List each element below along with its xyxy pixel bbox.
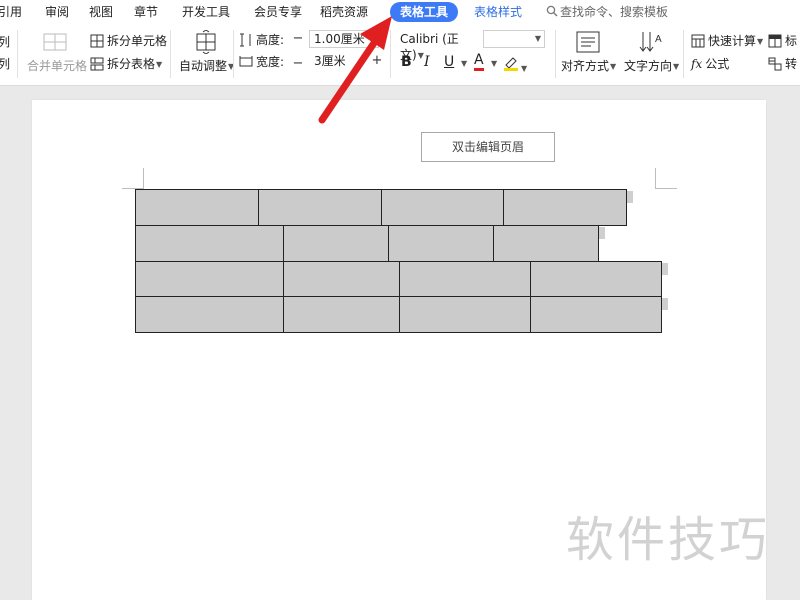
header-edit-hint[interactable]: 双击编辑页眉: [421, 132, 555, 162]
menu-item-member[interactable]: 会员专享: [254, 4, 302, 20]
width-increase-button[interactable]: +: [368, 52, 386, 70]
height-decrease-button[interactable]: −: [289, 30, 307, 48]
underline-button[interactable]: U: [444, 53, 454, 71]
tab-table-style[interactable]: 表格样式: [474, 4, 522, 20]
menu-item-chapter[interactable]: 章节: [134, 4, 158, 20]
crop-mark: [655, 168, 656, 188]
menu-bar: 引用 审阅 视图 章节 开发工具 会员专享 稻壳资源 表格工具 表格样式 查找命…: [0, 0, 800, 24]
menu-item-docer-resources[interactable]: 稻壳资源: [320, 4, 368, 20]
italic-button[interactable]: I: [424, 53, 430, 71]
table-cell[interactable]: [283, 296, 400, 333]
dropdown-arrow-icon: ▼: [534, 34, 541, 43]
dropdown-arrow-icon: ▼: [417, 51, 424, 60]
menu-item-view[interactable]: 视图: [89, 4, 113, 20]
width-field[interactable]: 3厘米: [309, 52, 363, 70]
height-decrease-button[interactable]: −: [289, 55, 307, 73]
align-button[interactable]: 对齐方式▼: [561, 58, 616, 75]
text-direction-button[interactable]: 文字方向▼: [624, 58, 679, 75]
convert-label: 转: [785, 57, 798, 71]
split-cells-label: 拆分单元格: [107, 34, 168, 48]
dropdown-arrow-icon[interactable]: ▼: [461, 59, 467, 68]
table-cell[interactable]: [258, 189, 382, 226]
row-end-marker: [599, 227, 605, 239]
table-cell[interactable]: [399, 261, 531, 297]
split-cells-button[interactable]: 拆分单元格: [90, 33, 167, 49]
row-end-marker: [662, 298, 668, 310]
font-name-select[interactable]: Calibri (正文)▼: [395, 30, 481, 62]
tab-table-tools[interactable]: 表格工具: [390, 2, 458, 22]
calculator-icon: [691, 34, 705, 48]
formula-button[interactable]: fx 公式: [691, 56, 729, 72]
align-label: 对齐方式: [561, 59, 610, 73]
table-cell[interactable]: [283, 261, 400, 297]
menu-item-review[interactable]: 审阅: [45, 4, 69, 20]
dropdown-arrow-icon[interactable]: ▼: [491, 59, 497, 68]
bold-button[interactable]: B: [401, 53, 412, 71]
quick-calc-button[interactable]: 快速计算▼: [691, 33, 763, 50]
column-width-icon: [239, 56, 253, 67]
command-search[interactable]: 查找命令、搜索模板: [546, 4, 668, 20]
formula-icon: fx: [691, 57, 703, 71]
table-cell[interactable]: [283, 225, 389, 262]
search-icon: [546, 5, 558, 17]
auto-fit-button[interactable]: 自动调整▼: [179, 58, 234, 75]
font-size-select[interactable]: ▼: [483, 30, 545, 48]
insert-column-bottom[interactable]: 列: [0, 56, 10, 72]
text-direction-label: 文字方向: [624, 59, 673, 73]
title-row-label: 标: [785, 34, 798, 48]
dropdown-arrow-icon: ▼: [521, 64, 528, 73]
crop-mark: [143, 168, 144, 188]
row-height-icon: [240, 33, 251, 47]
watermark: 软件技巧: [566, 512, 771, 568]
font-color-button[interactable]: A: [474, 52, 484, 71]
split-cells-icon: [90, 34, 104, 48]
auto-fit-icon: [193, 29, 219, 58]
text-direction-icon: A: [638, 30, 664, 58]
formula-label: 公式: [705, 57, 730, 71]
split-table-button[interactable]: 拆分表格▼: [90, 56, 162, 73]
title-row-icon: [768, 34, 782, 48]
highlighter-icon: [504, 57, 518, 71]
merge-cells-icon: [38, 32, 70, 58]
auto-fit-label: 自动调整: [179, 59, 228, 73]
table-cell[interactable]: [135, 261, 284, 297]
convert-button[interactable]: 转: [768, 56, 797, 72]
align-icon: [575, 30, 601, 58]
highlight-button[interactable]: ▼: [502, 54, 527, 77]
crop-mark: [655, 188, 677, 189]
table-cell[interactable]: [135, 296, 284, 333]
dropdown-arrow-icon: ▼: [757, 37, 764, 46]
title-row-repeat-button[interactable]: 标: [768, 33, 797, 49]
search-placeholder: 查找命令、搜索模板: [560, 5, 669, 19]
height-field[interactable]: 1.00厘米: [309, 30, 379, 48]
insert-column-top[interactable]: 列: [0, 34, 10, 50]
row-height-control: 高度:: [239, 32, 284, 48]
convert-icon: [768, 57, 782, 71]
svg-text:A: A: [655, 34, 662, 45]
dropdown-arrow-icon: ▼: [610, 62, 617, 71]
merge-cells-button[interactable]: 合并单元格: [27, 58, 87, 74]
ribbon-toolbar: 列 列 合并单元格 拆分单元格 拆分表格▼ 自动调整▼ 高度: − − 1.00…: [0, 24, 800, 86]
row-end-marker: [627, 191, 633, 203]
table-cell[interactable]: [530, 261, 662, 297]
table-cell[interactable]: [493, 225, 599, 262]
column-width-control: 宽度:: [239, 54, 284, 70]
dropdown-arrow-icon: ▼: [673, 62, 680, 71]
table-cell[interactable]: [503, 189, 627, 226]
menu-item-developer-tools[interactable]: 开发工具: [182, 4, 230, 20]
split-table-icon: [90, 57, 104, 71]
table-cell[interactable]: [381, 189, 504, 226]
split-table-label: 拆分表格: [107, 57, 156, 71]
table-cell[interactable]: [135, 189, 259, 226]
width-label: 宽度:: [256, 55, 285, 69]
height-label: 高度:: [256, 33, 285, 47]
table-cell[interactable]: [388, 225, 494, 262]
row-end-marker: [662, 263, 668, 275]
table-cell[interactable]: [399, 296, 531, 333]
quick-calc-label: 快速计算: [708, 34, 757, 48]
table-cell[interactable]: [530, 296, 662, 333]
dropdown-arrow-icon: ▼: [156, 60, 163, 69]
menu-item-references[interactable]: 引用: [0, 4, 22, 20]
table-cell[interactable]: [135, 225, 284, 262]
